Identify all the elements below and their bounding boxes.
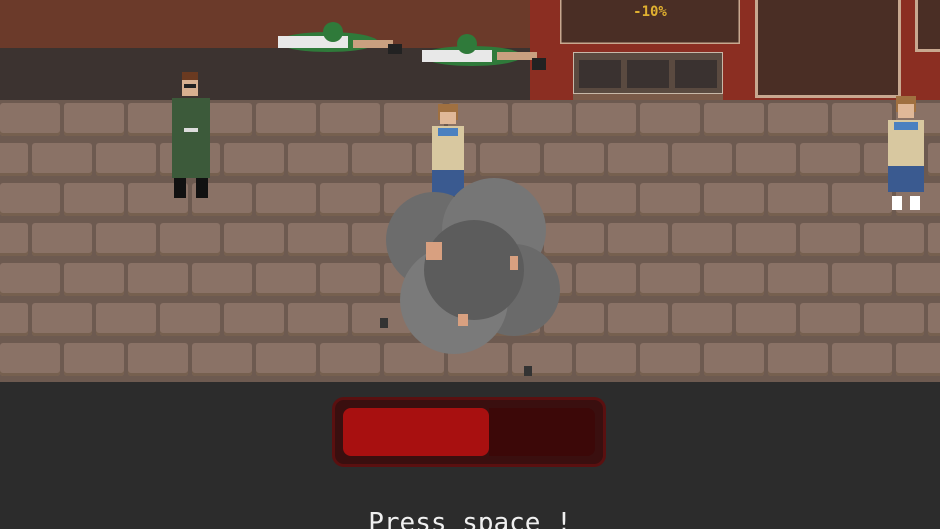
- brick: [640, 103, 700, 136]
- brick: [224, 223, 284, 256]
- brick: [256, 343, 316, 376]
- brick: [608, 303, 668, 336]
- brick: [864, 223, 924, 256]
- brick: [224, 143, 284, 176]
- brick: [928, 303, 940, 336]
- smoke-cloud-icon: [380, 178, 560, 376]
- brick: [800, 223, 860, 256]
- brick: [608, 223, 668, 256]
- lying-soldier-icon: [278, 22, 402, 54]
- brick: [576, 343, 636, 376]
- brick: [832, 343, 892, 376]
- brick: [800, 143, 860, 176]
- brick: [896, 263, 940, 296]
- brick: [640, 263, 700, 296]
- health-bar-fill: [343, 408, 489, 456]
- brick: [320, 263, 380, 296]
- brick: [672, 143, 732, 176]
- press-space-prompt: Press space !: [368, 508, 572, 529]
- brick: [704, 263, 764, 296]
- brick: [768, 343, 828, 376]
- brick: [640, 183, 700, 216]
- brick: [672, 223, 732, 256]
- shop-door: [755, 0, 901, 98]
- brick: [64, 343, 124, 376]
- lying-soldier-icon: [422, 34, 546, 70]
- schoolgirl-npc-icon[interactable]: [880, 96, 932, 214]
- price-sign-text: -10%: [633, 4, 667, 20]
- brick: [0, 263, 60, 296]
- health-bar-empty: [489, 408, 595, 456]
- brick: [672, 303, 732, 336]
- shop-window: [915, 0, 940, 52]
- brick: [192, 343, 252, 376]
- brick: [576, 103, 636, 136]
- brick: [288, 223, 348, 256]
- brick: [0, 223, 28, 256]
- brick: [800, 303, 860, 336]
- brick: [64, 103, 124, 136]
- brick: [640, 343, 700, 376]
- brick: [736, 143, 796, 176]
- brick: [96, 143, 156, 176]
- brick: [96, 303, 156, 336]
- brick: [0, 103, 60, 136]
- brick: [608, 143, 668, 176]
- health-bar: [332, 397, 606, 467]
- brick: [288, 303, 348, 336]
- brick: [256, 183, 316, 216]
- brick: [0, 303, 28, 336]
- brick: [320, 343, 380, 376]
- brick: [128, 343, 188, 376]
- brick: [32, 143, 92, 176]
- brick: [320, 183, 380, 216]
- brick: [320, 103, 380, 136]
- brick: [0, 143, 28, 176]
- brick: [160, 303, 220, 336]
- brick: [0, 343, 60, 376]
- brick: [864, 303, 924, 336]
- brick: [736, 303, 796, 336]
- brick: [768, 263, 828, 296]
- brick: [32, 303, 92, 336]
- brick: [64, 183, 124, 216]
- brick: [768, 103, 828, 136]
- brick: [256, 103, 316, 136]
- brick: [288, 143, 348, 176]
- brick: [736, 223, 796, 256]
- brick: [768, 183, 828, 216]
- brick: [832, 263, 892, 296]
- brick: [32, 223, 92, 256]
- brick: [576, 263, 636, 296]
- brick: [160, 223, 220, 256]
- brick: [64, 263, 124, 296]
- brick: [704, 103, 764, 136]
- brick: [512, 103, 572, 136]
- brick: [0, 183, 60, 216]
- soldier-enemy-icon[interactable]: [164, 72, 218, 202]
- brick: [704, 343, 764, 376]
- brick: [704, 183, 764, 216]
- brick: [224, 303, 284, 336]
- brick: [896, 343, 940, 376]
- brick: [96, 223, 156, 256]
- brick: [928, 223, 940, 256]
- brick: [192, 263, 252, 296]
- price-sign: -10%: [558, 0, 742, 46]
- brick: [576, 183, 636, 216]
- game-screen[interactable]: -10% Press space !: [0, 0, 940, 529]
- brick: [128, 263, 188, 296]
- brick: [256, 263, 316, 296]
